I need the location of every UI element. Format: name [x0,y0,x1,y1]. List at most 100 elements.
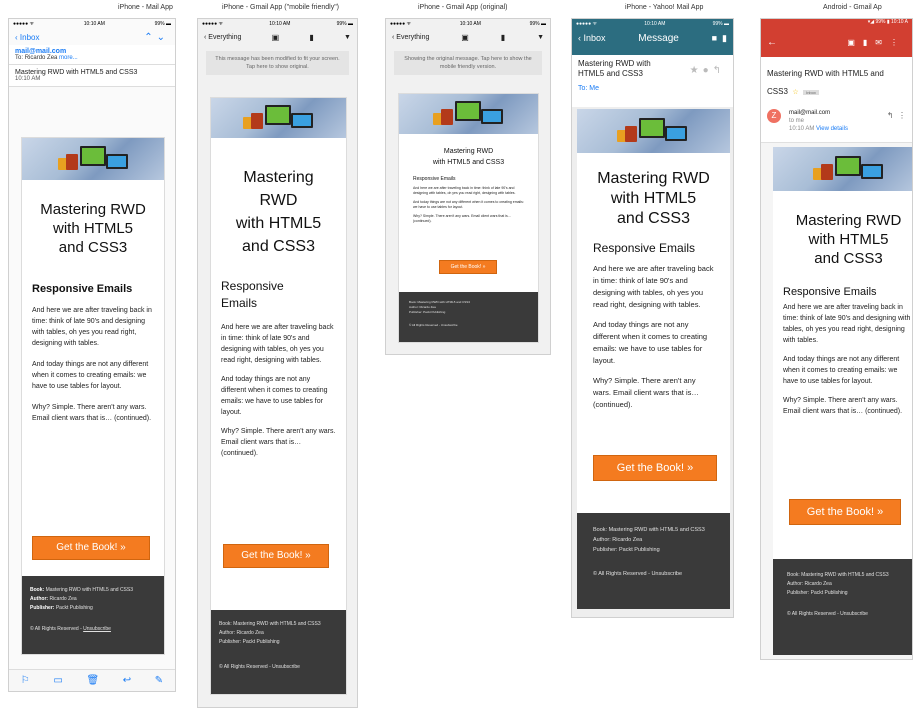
mail-time: 10:10 AM [15,76,41,82]
android-topbar: ▾◢ 99% ▮ 10:10 A ← ▣▮✉⋮ [761,19,912,57]
footer-rights[interactable]: © All Rights Reserved - Unsubscribe [409,323,528,328]
gmail-navbar: ‹ Everything ▣ ▮ ▼ [386,29,550,45]
email-paragraph-2: And today things are not any different w… [783,356,900,385]
email-subtitle: Responsive Emails [221,279,284,310]
email-subtitle: Responsive Emails [413,176,456,182]
email-body: Mastering RWD with HTML5 and CSS3 Responsiv… [210,97,347,695]
archive-icon[interactable]: ▣ [847,38,863,47]
email-footer: Book: Mastering RWD with HTML5 and CSS3 … [399,292,538,342]
signal-icon: ▾◢ [867,19,875,25]
back-button[interactable]: ‹ Inbox [15,33,39,42]
back-button[interactable]: ‹ Everything [392,34,429,41]
trash-icon[interactable]: ▮ [501,33,505,42]
recipient-name: Ricardo Zea [24,55,58,61]
footer-rights[interactable]: © All Rights Reserved - Unsubscribe [787,610,900,619]
hero-banner [577,109,730,153]
hero-banner [773,147,912,191]
get-the-book-button[interactable]: Get the Book! » [593,455,717,481]
email-paragraph-1: And here we are after traveling back in … [783,304,911,344]
folder-icon[interactable]: ▭ [53,675,62,686]
email-footer: Book: Mastering RWD with HTML5 and CSS3 … [211,610,346,694]
dropdown-icon[interactable]: ▼ [344,34,351,41]
android-subject: Mastering RWD with HTML5 and CSS3 [767,69,884,96]
inbox-label[interactable]: Inbox [803,90,819,95]
dot-icon[interactable]: ● [703,65,713,76]
view-details-link[interactable]: View details [816,126,848,132]
caption-android: Android - Gmail Ap [823,4,882,11]
email-body: Mastering RWD with HTML5 and CSS3 Responsi… [21,137,165,655]
email-subtitle: Responsive Emails [783,286,877,298]
mail-navbar: ‹ Inbox ⌃⌄ [9,29,175,45]
more-icon[interactable]: ⋮ [890,38,906,47]
unsubscribe-link[interactable]: Unsubscribe [83,626,111,632]
email-title: Mastering RWD with HTML5 and CSS3 [432,148,505,166]
sender-address: mail@mail.com [789,110,831,116]
android-sender-block: Z mail@mail.com to me 10:10 AM View deta… [761,103,912,143]
archive-icon[interactable]: ▣ [461,33,469,42]
original-message-notice[interactable]: Showing the original message. Tap here t… [394,51,542,75]
to-me-link[interactable]: To: Me [578,85,727,92]
mail-subject: Mastering RWD with HTML5 and CSS3 [15,69,138,76]
get-the-book-button[interactable]: Get the Book! » [789,499,901,525]
gmail-navbar: ‹ Everything ▣ ▮ ▼ [198,29,357,45]
chevron-left-icon: ‹ [578,33,581,43]
back-arrow-icon[interactable]: ← [767,37,777,48]
email-paragraph-2: And today things are not any different w… [593,320,708,365]
folder-icon[interactable]: ■ [712,33,717,43]
chevron-left-icon: ‹ [204,33,207,41]
email-paragraph-2: And today things are not any different w… [413,200,524,209]
status-bar: ▾◢ 99% ▮ 10:10 A [867,19,908,25]
email-title: Mastering RWD with HTML5 and CSS3 [597,170,710,227]
overflow-icon[interactable]: ⋮ [898,111,906,120]
mail-icon[interactable]: ✉ [875,38,890,47]
to-label: To: [15,55,24,61]
sender-address[interactable]: mail@mail.com [15,48,169,55]
reply-icon[interactable]: ↩ [123,675,131,686]
star-icon[interactable]: ★ [690,65,703,76]
chevron-down-icon[interactable]: ⌄ [157,32,169,43]
email-footer: Book: Mastering RWD with HTML5 and CSS3 … [773,559,912,655]
email-body: Mastering RWD with HTML5 and CSS3 Responsi… [577,109,730,609]
email-subtitle: Responsive Emails [32,283,133,295]
chevron-left-icon: ‹ [392,33,395,41]
flag-icon[interactable]: ⚐ [21,675,30,686]
email-paragraph-3: Why? Simple. There aren't any wars. Emai… [32,404,152,422]
get-the-book-button[interactable]: Get the Book! » [32,536,150,560]
yahoo-topbar: ●●●●● ᯤ 10:10 AM 99% ▬ ‹ Inbox Message ■ ▮ [572,19,733,55]
reply-icon[interactable]: ↰ [887,111,894,120]
compose-icon[interactable]: ✎ [155,675,163,686]
trash-icon[interactable]: ▮ [309,33,313,42]
mail-header: mail@mail.com To: Ricardo Zea more... [9,45,175,65]
devices-illustration-icon [813,154,885,184]
trash-icon[interactable]: ▮ [722,33,727,43]
get-the-book-button[interactable]: Get the Book! » [223,544,329,568]
avatar: Z [767,109,781,123]
devices-illustration-icon [433,99,505,129]
dropdown-icon[interactable]: ▼ [537,34,544,41]
devices-illustration-icon [617,116,689,146]
back-button[interactable]: ‹ Inbox [578,33,606,43]
trash-icon[interactable]: ▮ [863,38,875,47]
trash-icon[interactable]: 🗑 [86,675,99,686]
back-button[interactable]: ‹ Everything [204,34,241,41]
device-iphone-gmail-original: ●●●●● ᯤ 10:10 AM 99% ▬ ‹ Everything ▣ ▮ ▼ … [385,18,551,355]
star-icon[interactable]: ☆ [792,89,798,96]
archive-icon[interactable]: ▣ [272,33,280,42]
footer-rights[interactable]: © All Rights Reserved - Unsubscribe [219,663,338,672]
device-iphone-yahoo: ●●●●● ᯤ 10:10 AM 99% ▬ ‹ Inbox Message ■ ▮… [571,18,734,618]
to-me: to me [789,118,805,124]
footer-rights[interactable]: © All Rights Reserved - Unsubscribe [593,569,714,579]
devices-illustration-icon [58,144,130,174]
battery-icon: 99% ▬ [154,21,171,27]
mobile-friendly-notice[interactable]: This message has been modified to fit yo… [206,51,349,75]
caption-gmail-friendly: iPhone - Gmail App ("mobile friendly") [222,4,340,11]
device-android-gmail: ▾◢ 99% ▮ 10:10 A ← ▣▮✉⋮ Mastering RWD wi… [760,18,913,660]
chevron-up-icon[interactable]: ⌃ [144,32,156,43]
email-paragraph-3: Why? Simple. There aren't any wars. Emai… [593,376,699,409]
status-bar: ●●●●● ᯤ 10:10 AM 99% ▬ [576,21,729,27]
get-the-book-button[interactable]: Get the Book! » [439,260,497,274]
email-body: Mastering RWD with HTML5 and CSS3 Responsi… [773,147,912,655]
more-link[interactable]: more... [59,55,78,61]
reply-icon[interactable]: ↰ [713,65,725,76]
caption-gmail-original: iPhone - Gmail App (original) [418,4,508,11]
